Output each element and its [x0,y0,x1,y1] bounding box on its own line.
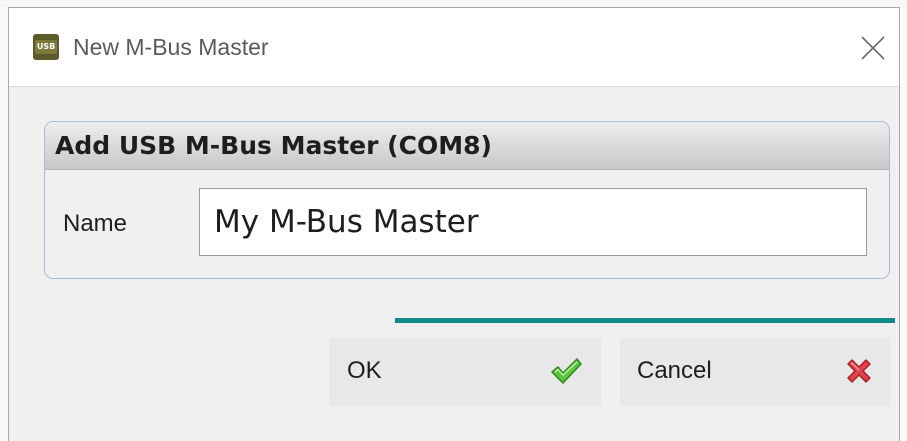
window-title: New M-Bus Master [73,34,269,60]
checkmark-icon [551,358,582,384]
group-header: Add USB M-Bus Master (COM8) [45,122,889,170]
close-icon [861,36,885,60]
cancel-button-label: Cancel [637,357,712,384]
background-window-edge-left [0,7,8,441]
new-mbus-master-dialog: USB New M-Bus Master Add USB M-Bus Maste… [8,7,900,441]
name-label: Name [63,210,128,237]
ok-button-label: OK [347,357,382,384]
add-master-group: Add USB M-Bus Master (COM8) Name [44,121,890,279]
group-title: Add USB M-Bus Master (COM8) [55,131,492,160]
red-x-icon [847,359,871,383]
background-window-edge-right [901,7,907,441]
name-input[interactable] [199,188,867,256]
close-button[interactable] [855,30,891,66]
cancel-button[interactable]: Cancel [620,338,890,406]
background-window-edge [0,0,907,7]
usb-app-icon: USB [33,34,59,60]
title-bar: USB New M-Bus Master [9,8,899,87]
ok-button[interactable]: OK [329,338,601,406]
accent-line [395,318,895,323]
